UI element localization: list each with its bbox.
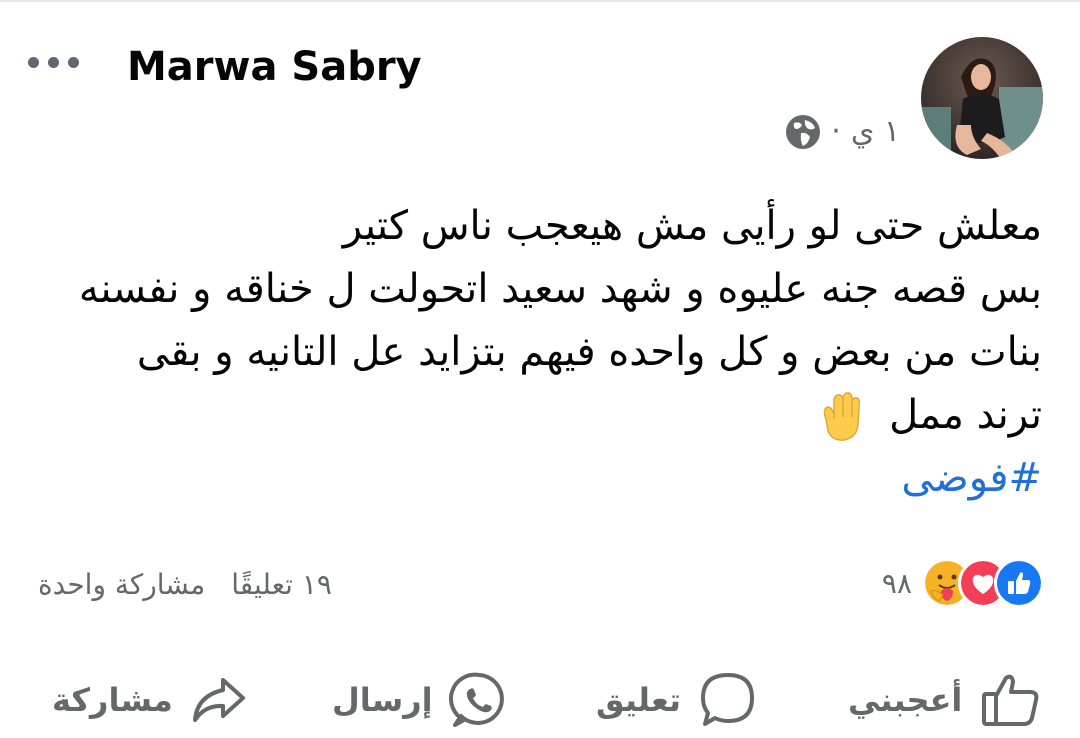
like-label: أعجبني bbox=[848, 681, 963, 719]
send-button[interactable]: إرسال bbox=[332, 662, 509, 738]
comment-button[interactable]: تعليق bbox=[596, 662, 759, 738]
whatsapp-icon bbox=[448, 672, 504, 727]
like-icon bbox=[982, 674, 1039, 726]
comment-label: تعليق bbox=[596, 681, 682, 719]
post-text-line: بنات من بعض و كل واحده فيهم بتزايد عل ال… bbox=[136, 329, 1042, 375]
reaction-count: ٩٨ bbox=[881, 566, 912, 600]
comments-count[interactable]: ١٩ تعليقًا bbox=[231, 568, 332, 601]
post-meta: · ١ ي bbox=[785, 112, 900, 152]
post-timestamp[interactable]: ١ ي bbox=[851, 112, 900, 152]
post-card: Marwa Sabry · ١ ي معلش حتى لو رأيى مش هي… bbox=[0, 0, 1080, 738]
more-dot-icon bbox=[28, 56, 39, 68]
more-dot-icon bbox=[68, 56, 79, 68]
post-text-line: معلش حتى لو رأيى مش هيعجب ناس كتير bbox=[342, 203, 1042, 249]
avatar[interactable] bbox=[921, 37, 1043, 159]
like-reaction-icon bbox=[994, 558, 1044, 608]
action-bar: مشاركة إرسال تعليق أعجبني bbox=[0, 662, 1080, 738]
reactions-summary[interactable]: ٩٨ bbox=[882, 558, 1044, 608]
post-text: معلش حتى لو رأيى مش هيعجب ناس كتير بس قص… bbox=[32, 195, 1042, 510]
like-button[interactable]: أعجبني bbox=[848, 662, 1042, 738]
send-label: إرسال bbox=[332, 681, 433, 719]
more-dot-icon bbox=[48, 56, 59, 68]
reaction-icons bbox=[922, 558, 1044, 608]
share-label: مشاركة bbox=[52, 681, 173, 719]
globe-icon[interactable] bbox=[785, 114, 821, 150]
top-divider bbox=[0, 0, 1080, 2]
comment-icon bbox=[701, 673, 755, 726]
meta-separator: · bbox=[831, 114, 841, 149]
post-text-line-with-emoji: ترند ممل bbox=[32, 384, 1042, 447]
share-button[interactable]: مشاركة bbox=[52, 662, 249, 738]
post-text-line: ترند ممل bbox=[889, 392, 1042, 438]
share-icon bbox=[192, 678, 245, 722]
author-name[interactable]: Marwa Sabry bbox=[127, 38, 422, 96]
engagement-counts: ١٩ تعليقًا مشاركة واحدة bbox=[38, 568, 332, 601]
more-options-button[interactable] bbox=[28, 50, 94, 74]
hashtag-link[interactable]: #فوضى bbox=[32, 447, 1042, 510]
raised-hand-emoji bbox=[824, 392, 861, 441]
post-text-line: بس قصه جنه عليوه و شهد سعيد اتحولت ل خنا… bbox=[78, 266, 1042, 312]
shares-count[interactable]: مشاركة واحدة bbox=[38, 568, 205, 601]
